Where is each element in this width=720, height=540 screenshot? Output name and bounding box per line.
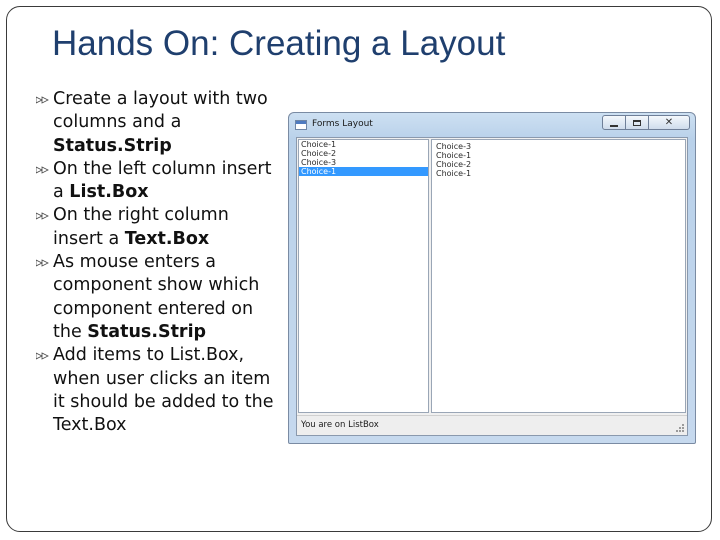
textbox-line: Choice-1 — [436, 169, 472, 178]
bullet-item: Add items to List.Box, when user clicks … — [34, 344, 284, 437]
window-title: Forms Layout — [312, 119, 373, 129]
textbox-line: Choice-1 — [436, 151, 472, 160]
textbox-line: Choice-3 — [436, 142, 472, 151]
window-controls: ✕ — [602, 115, 690, 132]
list-item[interactable]: Choice-3 — [299, 158, 428, 167]
window-titlebar[interactable]: Forms Layout ✕ — [289, 113, 695, 137]
app-window-icon — [295, 120, 307, 130]
status-strip: You are on ListBox — [297, 415, 687, 435]
arrow-bullet-icon — [36, 259, 49, 267]
arrow-bullet-icon — [36, 352, 49, 360]
bullet-text: Add items to List.Box, when user clicks … — [53, 345, 274, 436]
bullet-item: Create a layout with two columns and a S… — [34, 88, 284, 158]
list-item-selected[interactable]: Choice-1 — [299, 167, 428, 176]
bullet-list: Create a layout with two columns and a S… — [34, 88, 284, 437]
arrow-bullet-icon — [36, 166, 49, 174]
textbox[interactable]: Choice-3 Choice-1 Choice-2 Choice-1 — [431, 139, 686, 413]
close-icon: ✕ — [664, 116, 674, 128]
minimize-button[interactable] — [602, 115, 626, 130]
slide-title: Hands On: Creating a Layout — [52, 24, 506, 63]
bullet-emphasis: List.Box — [69, 182, 149, 203]
arrow-bullet-icon — [36, 96, 49, 104]
bullet-text: Create a layout with two columns and a — [53, 89, 268, 133]
bullet-emphasis: Status.Strip — [87, 321, 207, 342]
resize-grip-icon[interactable] — [675, 423, 685, 433]
listbox[interactable]: Choice-1 Choice-2 Choice-3 Choice-1 — [298, 139, 429, 413]
maximize-icon — [633, 119, 641, 126]
bullet-emphasis: Status.Strip — [53, 135, 172, 156]
bullet-item: As mouse enters a component show which c… — [34, 251, 284, 344]
forms-window-screenshot: Forms Layout ✕ Choice-1 Choice-2 Choice-… — [288, 112, 696, 444]
arrow-bullet-icon — [36, 212, 49, 221]
bullet-item: On the right column insert a Text.Box — [34, 204, 284, 251]
maximize-button[interactable] — [625, 115, 649, 130]
list-item[interactable]: Choice-1 — [299, 140, 428, 149]
minimize-icon — [610, 124, 618, 127]
bullet-emphasis: Text.Box — [124, 228, 210, 249]
bullet-item: On the left column insert a List.Box — [34, 158, 284, 205]
close-button[interactable]: ✕ — [648, 115, 690, 130]
textbox-line: Choice-2 — [436, 160, 472, 169]
window-client-area: Choice-1 Choice-2 Choice-3 Choice-1 Choi… — [296, 137, 688, 436]
status-label: You are on ListBox — [301, 420, 379, 430]
list-item[interactable]: Choice-2 — [299, 149, 428, 158]
